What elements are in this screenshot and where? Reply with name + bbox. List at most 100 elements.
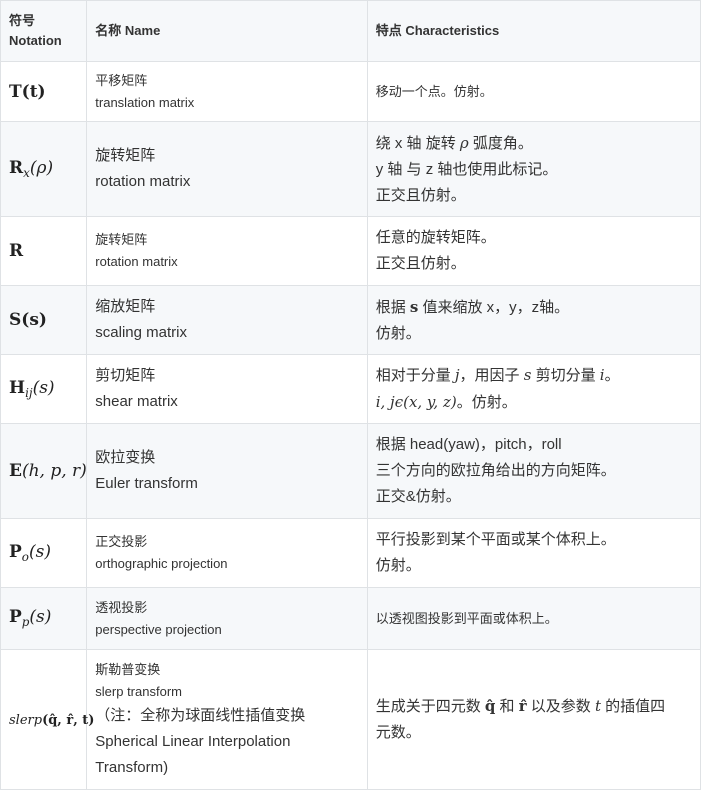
math-q-hat: q̂	[484, 697, 496, 715]
table-row: Pp(s) 透视投影 perspective projection 以透视图投影…	[0, 587, 702, 650]
symbol-cell: slerp(q̂, r̂, t)	[0, 649, 94, 790]
name-note: Spherical Linear Interpolation	[95, 732, 291, 750]
name-en: rotation matrix	[95, 173, 191, 190]
math-ij-set: i, jϵ(x, y, z)	[375, 393, 457, 411]
characteristics-line: 生成关于四元数 q̂ 和 r̂ 以及参数 t 的插值四	[376, 693, 692, 720]
name-note: （注：全称为球面线性插值变换	[95, 706, 306, 724]
characteristics-line: 元数。	[375, 724, 421, 741]
notation-table: 符号 Notation 名称 Name 特点 Characteristics T…	[0, 0, 702, 790]
name-en: perspective projection	[95, 621, 222, 637]
name-zh: 正交投影	[95, 534, 148, 549]
symbol-main: slerp	[9, 712, 43, 728]
characteristics-text: 以透视图投影到平面或体积上。	[375, 610, 558, 626]
characteristics-line: 正交且仿射。	[375, 255, 466, 272]
symbol-args: (s)	[29, 607, 52, 628]
characteristics-cell: 以透视图投影到平面或体积上。	[366, 587, 702, 650]
symbol-main: S	[9, 310, 22, 330]
symbol-args: (ρ)	[29, 157, 54, 178]
symbol-args: (s)	[21, 310, 47, 330]
name-zh: 透视投影	[95, 599, 148, 615]
header-notation-en: Notation	[9, 33, 62, 48]
symbol-cell: Hij(s)	[0, 354, 88, 424]
symbol-cell: E(h, p, r)	[0, 423, 88, 519]
text: 根据	[375, 298, 410, 316]
math-r-hat: r̂	[518, 697, 527, 715]
table-row: Hij(s) 剪切矩阵 shear matrix 相对于分量 j，用因子 s 剪…	[0, 354, 702, 424]
name-cell: 透视投影 perspective projection	[86, 587, 368, 650]
characteristics-cell: 相对于分量 j，用因子 s 剪切分量 i。 i, jϵ(x, y, z)。仿射。	[366, 354, 702, 424]
table-row: T(t) 平移矩阵 translation matrix 移动一个点。仿射。	[0, 61, 702, 122]
text: ，用因子	[459, 367, 524, 384]
name-en: orthographic projection	[95, 556, 228, 571]
characteristics-line: 仿射。	[375, 557, 421, 574]
text: 相对于分量	[375, 367, 455, 384]
characteristics-line: 正交&仿射。	[375, 488, 461, 505]
characteristics-line: 相对于分量 j，用因子 s 剪切分量 i。	[376, 362, 692, 389]
symbol-cell: Po(s)	[0, 518, 88, 588]
symbol-main: E	[9, 461, 22, 481]
symbol-main: H	[9, 377, 26, 398]
characteristics-cell: 生成关于四元数 q̂ 和 r̂ 以及参数 t 的插值四 元数。	[366, 649, 702, 790]
table-row: slerp(q̂, r̂, t) 斯勒普变换 slerp transform （…	[0, 649, 702, 790]
text: 剪切分量	[531, 367, 600, 384]
characteristics-text: 移动一个点。仿射。	[375, 83, 493, 99]
text: 绕 x 轴 旋转	[375, 134, 460, 152]
name-zh: 剪切矩阵	[95, 367, 156, 384]
name-cell: 剪切矩阵 shear matrix	[86, 354, 368, 424]
header-name: 名称 Name	[86, 0, 368, 62]
symbol: E(h, p, r)	[9, 461, 87, 481]
characteristics-cell: 绕 x 轴 旋转 ρ 弧度角。 y 轴 与 z 轴也使用此标记。 正交且仿射。	[366, 121, 702, 217]
symbol: Hij(s)	[9, 377, 55, 401]
characteristics-line: i, jϵ(x, y, z)。仿射。	[376, 389, 692, 416]
name-zh: 欧拉变换	[95, 449, 156, 466]
name-cell: 正交投影 orthographic projection	[86, 518, 368, 588]
symbol: S(s)	[9, 310, 47, 330]
name-zh: 斯勒普变换	[95, 661, 161, 677]
symbol-main: R	[9, 157, 24, 178]
symbol-sub: x	[23, 166, 30, 181]
characteristics-cell: 任意的旋转矩阵。 正交且仿射。	[366, 216, 702, 286]
name-en: translation matrix	[95, 94, 195, 110]
text: 生成关于四元数	[375, 698, 485, 715]
name-en: shear matrix	[95, 393, 178, 410]
symbol-cell: Rx(ρ)	[0, 121, 88, 217]
text: 。仿射。	[456, 394, 517, 411]
symbol-args: (h, p, r)	[21, 461, 87, 481]
header-notation: 符号 Notation	[0, 0, 88, 62]
table-header-row: 符号 Notation 名称 Name 特点 Characteristics	[0, 0, 702, 62]
symbol-sub: ij	[25, 386, 33, 401]
table-row: S(s) 缩放矩阵 scaling matrix 根据 s 值来缩放 x，y，z…	[0, 285, 702, 355]
characteristics-cell: 根据 s 值来缩放 x，y，z轴。 仿射。	[366, 285, 702, 355]
name-en: slerp transform	[95, 683, 182, 699]
characteristics-line: 仿射。	[375, 324, 421, 342]
symbol: slerp(q̂, r̂, t)	[9, 713, 94, 728]
symbol-main: P	[9, 541, 22, 562]
symbol: Pp(s)	[9, 607, 52, 629]
table-row: E(h, p, r) 欧拉变换 Euler transform 根据 head(…	[0, 423, 702, 519]
symbol: T(t)	[9, 82, 46, 102]
symbol: R	[9, 241, 23, 261]
name-cell: 旋转矩阵 rotation matrix	[86, 121, 368, 217]
name-cell: 欧拉变换 Euler transform	[86, 423, 368, 519]
characteristics-line: 三个方向的欧拉角给出的方向矩阵。	[375, 462, 616, 479]
name-cell: 缩放矩阵 scaling matrix	[86, 285, 368, 355]
name-zh: 旋转矩阵	[95, 232, 148, 247]
symbol-cell: Pp(s)	[0, 587, 88, 650]
symbol-main: T	[9, 81, 22, 102]
name-en: Euler transform	[95, 475, 198, 492]
symbol-sub: o	[21, 550, 29, 565]
text: 弧度角。	[468, 134, 533, 152]
name-zh: 缩放矩阵	[95, 298, 156, 315]
symbol-cell: S(s)	[0, 285, 88, 355]
name-zh: 旋转矩阵	[95, 147, 156, 164]
name-zh: 平移矩阵	[95, 72, 148, 88]
table-row: Po(s) 正交投影 orthographic projection 平行投影到…	[0, 518, 702, 588]
name-cell: 平移矩阵 translation matrix	[86, 61, 368, 122]
symbol-args: (s)	[28, 541, 51, 562]
symbol-args: (q̂, r̂, t)	[42, 712, 95, 728]
name-en: rotation matrix	[95, 254, 178, 269]
characteristics-cell: 根据 head(yaw)，pitch，roll 三个方向的欧拉角给出的方向矩阵。…	[366, 423, 702, 519]
characteristics-cell: 平行投影到某个平面或某个体积上。 仿射。	[366, 518, 702, 588]
text: 的插值四	[601, 698, 666, 715]
text: 。	[604, 367, 620, 384]
